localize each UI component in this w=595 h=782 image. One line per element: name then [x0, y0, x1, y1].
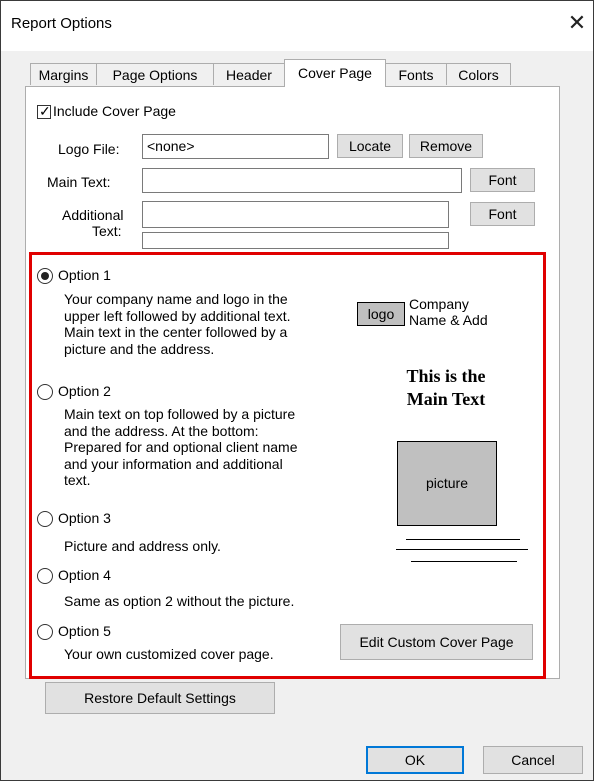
- preview-address-line: [406, 539, 520, 540]
- tab-margins[interactable]: Margins: [30, 63, 97, 85]
- include-cover-page-label: Include Cover Page: [53, 103, 176, 119]
- ok-button[interactable]: OK: [366, 746, 464, 774]
- description-line: Picture and address only.: [64, 538, 221, 554]
- option-4-radio[interactable]: [37, 568, 53, 584]
- preview-main-text-line: Main Text: [406, 389, 486, 409]
- description-line: and the address. At the bottom:: [64, 422, 259, 439]
- option-2-description: Main text on top followed by a picture a…: [64, 406, 297, 489]
- tab-header[interactable]: Header: [213, 63, 285, 85]
- option-1-label[interactable]: Option 1: [58, 267, 111, 283]
- preview-company-name: Company Name & Add: [409, 296, 488, 328]
- description-line: picture and the address.: [64, 340, 215, 357]
- additional-text-input-1[interactable]: [142, 201, 449, 228]
- option-3-label[interactable]: Option 3: [58, 510, 111, 526]
- preview-main-text: This is the Main Text: [361, 365, 531, 411]
- description-line: Main text in the center followed by a: [64, 324, 288, 340]
- preview-main-text-line: This is the: [406, 366, 486, 386]
- additional-text-input-2[interactable]: [142, 232, 449, 249]
- option-1-description: Your company name and logo in the upper …: [64, 291, 290, 357]
- option-5-label[interactable]: Option 5: [58, 623, 111, 639]
- preview-address-line: [411, 561, 517, 562]
- checkmark-icon: ✓: [39, 103, 51, 119]
- option-4-description: Same as option 2 without the picture.: [64, 593, 294, 610]
- option-1-radio[interactable]: [37, 268, 53, 284]
- preview-picture: picture: [397, 441, 497, 526]
- logo-file-input[interactable]: <none>: [142, 134, 329, 159]
- description-line: Prepared for and optional client name: [64, 439, 298, 455]
- option-5-description: Your own customized cover page.: [64, 646, 274, 663]
- close-icon[interactable]: ✕: [565, 11, 589, 35]
- description-line: Your company name and logo in the: [64, 291, 288, 307]
- dialog-title: Report Options: [11, 15, 112, 32]
- main-text-font-button[interactable]: Font: [470, 168, 535, 192]
- preview-company-line: Company: [409, 296, 469, 312]
- option-5-radio[interactable]: [37, 624, 53, 640]
- option-3-description: Picture and address only.: [64, 538, 221, 555]
- description-line: Your own customized cover page.: [64, 646, 274, 662]
- description-line: and your information and additional: [64, 455, 283, 472]
- include-cover-page-checkbox[interactable]: ✓: [37, 103, 51, 119]
- description-line: text.: [64, 472, 91, 488]
- locate-button[interactable]: Locate: [337, 134, 403, 158]
- title-bar: Report Options ✕: [1, 1, 593, 51]
- option-2-radio[interactable]: [37, 384, 53, 400]
- main-text-input[interactable]: [142, 168, 462, 193]
- radio-selected-dot: [41, 272, 49, 280]
- preview-address-line: [396, 549, 528, 550]
- remove-button[interactable]: Remove: [409, 134, 483, 158]
- option-2-label[interactable]: Option 2: [58, 383, 111, 399]
- option-4-label[interactable]: Option 4: [58, 567, 111, 583]
- preview-logo: logo: [357, 302, 405, 326]
- tab-colors[interactable]: Colors: [446, 63, 511, 85]
- description-line: Same as option 2 without the picture.: [64, 593, 295, 609]
- additional-text-font-button[interactable]: Font: [470, 202, 535, 226]
- tab-cover-page[interactable]: Cover Page: [284, 59, 386, 87]
- additional-label: Additional: [62, 207, 124, 223]
- option-3-radio[interactable]: [37, 511, 53, 527]
- additional-text-label: Text:: [92, 223, 122, 239]
- tab-page-options[interactable]: Page Options: [96, 63, 214, 85]
- cancel-button[interactable]: Cancel: [483, 746, 583, 774]
- restore-default-settings-button[interactable]: Restore Default Settings: [45, 682, 275, 714]
- edit-custom-cover-page-button[interactable]: Edit Custom Cover Page: [340, 624, 533, 660]
- report-options-dialog: Report Options ✕ Margins Page Options He…: [0, 0, 594, 781]
- description-line: Main text on top followed by a picture: [64, 406, 296, 422]
- main-text-label: Main Text:: [47, 174, 111, 190]
- description-line: upper left followed by additional text.: [64, 307, 291, 324]
- logo-file-label: Logo File:: [58, 141, 120, 157]
- preview-company-line: Name & Add: [409, 312, 488, 328]
- tab-fonts[interactable]: Fonts: [385, 63, 447, 85]
